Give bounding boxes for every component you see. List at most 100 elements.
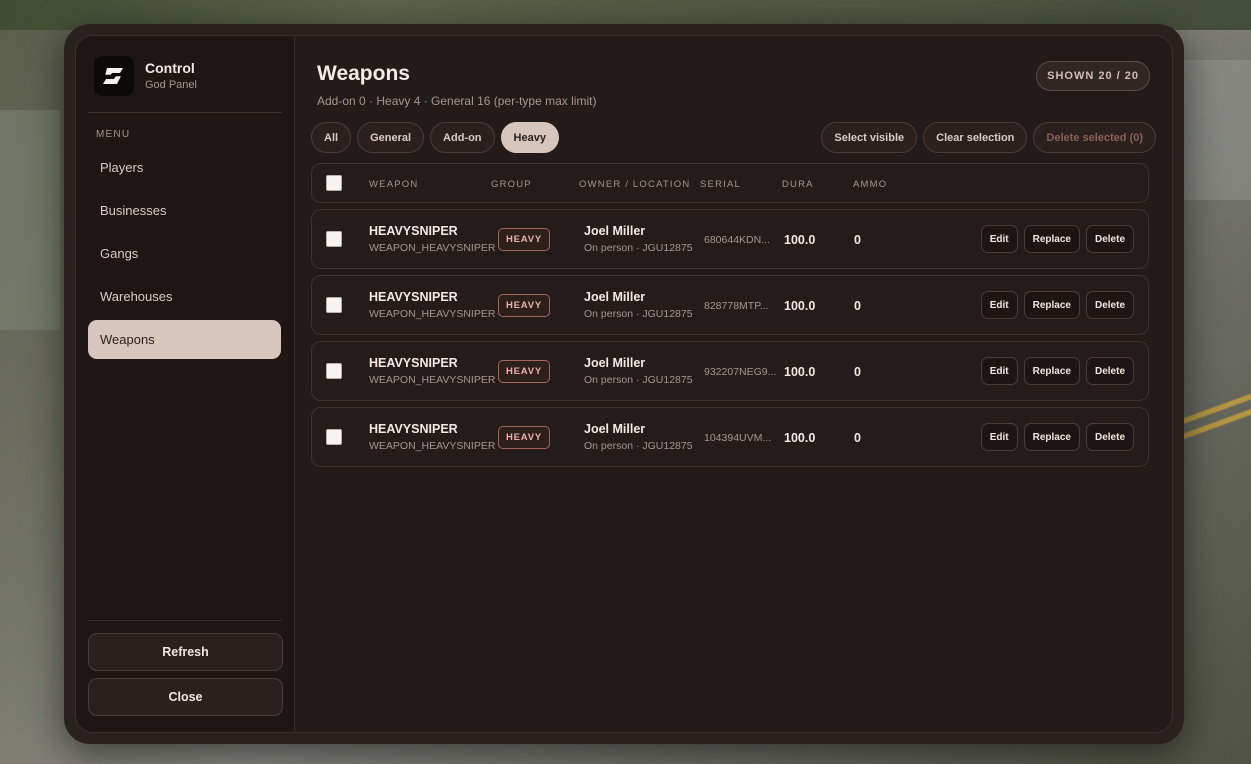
sidebar-item-label: Warehouses	[100, 289, 173, 304]
row-checkbox[interactable]	[326, 429, 342, 445]
sidebar-item-businesses[interactable]: Businesses	[88, 191, 281, 230]
page-subtitle: Add-on 0 · Heavy 4 · General 16 (per-typ…	[317, 94, 597, 108]
serial-value: 932207NEG9...	[704, 366, 777, 378]
dura-value: 100.0	[784, 365, 816, 379]
select-all-checkbox[interactable]	[326, 175, 342, 191]
select-visible-button[interactable]: Select visible	[821, 122, 918, 153]
clear-selection-button[interactable]: Clear selection	[923, 122, 1028, 153]
table-row: HEAVYSNIPER WEAPON_HEAVYSNIPER HEAVY Joe…	[311, 275, 1149, 335]
row-actions: Edit Replace Delete	[975, 225, 1134, 253]
weapon-name: HEAVYSNIPER	[369, 224, 458, 238]
owner-name: Joel Miller	[584, 224, 646, 238]
close-button[interactable]: Close	[88, 678, 283, 716]
weapon-code: WEAPON_HEAVYSNIPER	[369, 242, 496, 254]
weapon-code: WEAPON_HEAVYSNIPER	[369, 440, 496, 452]
group-badge: HEAVY	[498, 228, 551, 251]
row-checkbox[interactable]	[326, 231, 342, 247]
serial-value: 104394UVM...	[704, 432, 772, 444]
row-actions: Edit Replace Delete	[975, 423, 1134, 451]
ammo-value: 0	[854, 299, 861, 313]
edit-button[interactable]: Edit	[980, 423, 1018, 451]
ammo-value: 0	[854, 431, 861, 445]
group-badge: HEAVY	[498, 426, 551, 449]
filter-addon[interactable]: Add-on	[430, 122, 495, 153]
replace-button[interactable]: Replace	[1023, 357, 1080, 385]
shown-count-badge: SHOWN 20 / 20	[1036, 61, 1150, 91]
row-actions: Edit Replace Delete	[975, 357, 1134, 385]
owner-location: On person · JGU12875	[584, 374, 693, 386]
row-checkbox[interactable]	[326, 363, 342, 379]
replace-button[interactable]: Replace	[1023, 423, 1080, 451]
column-serial: SERIAL	[700, 179, 741, 190]
group-badge: HEAVY	[498, 294, 551, 317]
sidebar: Control God Panel MENU Players Businesse…	[76, 36, 295, 732]
filter-heavy[interactable]: Heavy	[500, 122, 559, 153]
weapon-name: HEAVYSNIPER	[369, 290, 458, 304]
weapon-name: HEAVYSNIPER	[369, 422, 458, 436]
edit-button[interactable]: Edit	[980, 357, 1018, 385]
edit-button[interactable]: Edit	[980, 291, 1018, 319]
brand: Control God Panel	[94, 56, 197, 96]
table-row: HEAVYSNIPER WEAPON_HEAVYSNIPER HEAVY Joe…	[311, 407, 1149, 467]
row-actions: Edit Replace Delete	[975, 291, 1134, 319]
refresh-button[interactable]: Refresh	[88, 633, 283, 671]
sidebar-item-gangs[interactable]: Gangs	[88, 234, 281, 273]
replace-button[interactable]: Replace	[1023, 225, 1080, 253]
sidebar-item-label: Players	[100, 160, 144, 175]
sidebar-item-label: Businesses	[100, 203, 167, 218]
ammo-value: 0	[854, 233, 861, 247]
main-content: Weapons Add-on 0 · Heavy 4 · General 16 …	[295, 36, 1172, 732]
menu-label: MENU	[96, 129, 131, 140]
delete-button[interactable]: Delete	[1085, 291, 1134, 319]
ammo-value: 0	[854, 365, 861, 379]
weapon-code: WEAPON_HEAVYSNIPER	[369, 308, 496, 320]
owner-location: On person · JGU12875	[584, 440, 693, 452]
dura-value: 100.0	[784, 233, 816, 247]
sidebar-divider	[88, 620, 282, 621]
delete-selected-button[interactable]: Delete selected (0)	[1033, 122, 1156, 153]
filter-general[interactable]: General	[357, 122, 425, 153]
table-row: HEAVYSNIPER WEAPON_HEAVYSNIPER HEAVY Joe…	[311, 209, 1149, 269]
sidebar-item-players[interactable]: Players	[88, 148, 281, 187]
control-panel: Control God Panel MENU Players Businesse…	[75, 35, 1173, 733]
weapon-name: HEAVYSNIPER	[369, 356, 458, 370]
brand-subtitle: God Panel	[145, 79, 197, 91]
column-weapon: WEAPON	[369, 179, 419, 190]
filter-chips: All General Add-on Heavy	[311, 122, 565, 153]
row-checkbox[interactable]	[326, 297, 342, 313]
bulk-actions: Select visible Clear selection Delete se…	[815, 122, 1156, 153]
weapons-table: WEAPON GROUP OWNER / LOCATION SERIAL DUR…	[311, 163, 1149, 473]
brand-title: Control	[145, 60, 195, 76]
edit-button[interactable]: Edit	[980, 225, 1018, 253]
weapon-code: WEAPON_HEAVYSNIPER	[369, 374, 496, 386]
replace-button[interactable]: Replace	[1023, 291, 1080, 319]
serial-value: 828778MTP...	[704, 300, 769, 312]
sidebar-item-weapons[interactable]: Weapons	[88, 320, 281, 359]
owner-location: On person · JGU12875	[584, 242, 693, 254]
dura-value: 100.0	[784, 431, 816, 445]
table-row: HEAVYSNIPER WEAPON_HEAVYSNIPER HEAVY Joe…	[311, 341, 1149, 401]
page-title: Weapons	[317, 62, 410, 85]
sidebar-divider	[88, 112, 282, 113]
serial-value: 680644KDN...	[704, 234, 770, 246]
owner-location: On person · JGU12875	[584, 308, 693, 320]
owner-name: Joel Miller	[584, 422, 646, 436]
dura-value: 100.0	[784, 299, 816, 313]
sidebar-item-label: Gangs	[100, 246, 139, 261]
column-group: GROUP	[491, 179, 532, 190]
sidebar-item-label: Weapons	[100, 332, 155, 347]
delete-button[interactable]: Delete	[1085, 357, 1134, 385]
background-road-lines	[1181, 380, 1251, 450]
background-wall-left	[0, 110, 60, 330]
sidebar-item-warehouses[interactable]: Warehouses	[88, 277, 281, 316]
delete-button[interactable]: Delete	[1085, 423, 1134, 451]
delete-button[interactable]: Delete	[1085, 225, 1134, 253]
column-dura: DURA	[782, 179, 814, 190]
column-ammo: AMMO	[853, 179, 888, 190]
table-header: WEAPON GROUP OWNER / LOCATION SERIAL DUR…	[311, 163, 1149, 203]
brand-logo-icon	[94, 56, 134, 96]
sidebar-nav: Players Businesses Gangs Warehouses Weap…	[88, 148, 281, 363]
filter-all[interactable]: All	[311, 122, 352, 153]
owner-name: Joel Miller	[584, 290, 646, 304]
group-badge: HEAVY	[498, 360, 551, 383]
